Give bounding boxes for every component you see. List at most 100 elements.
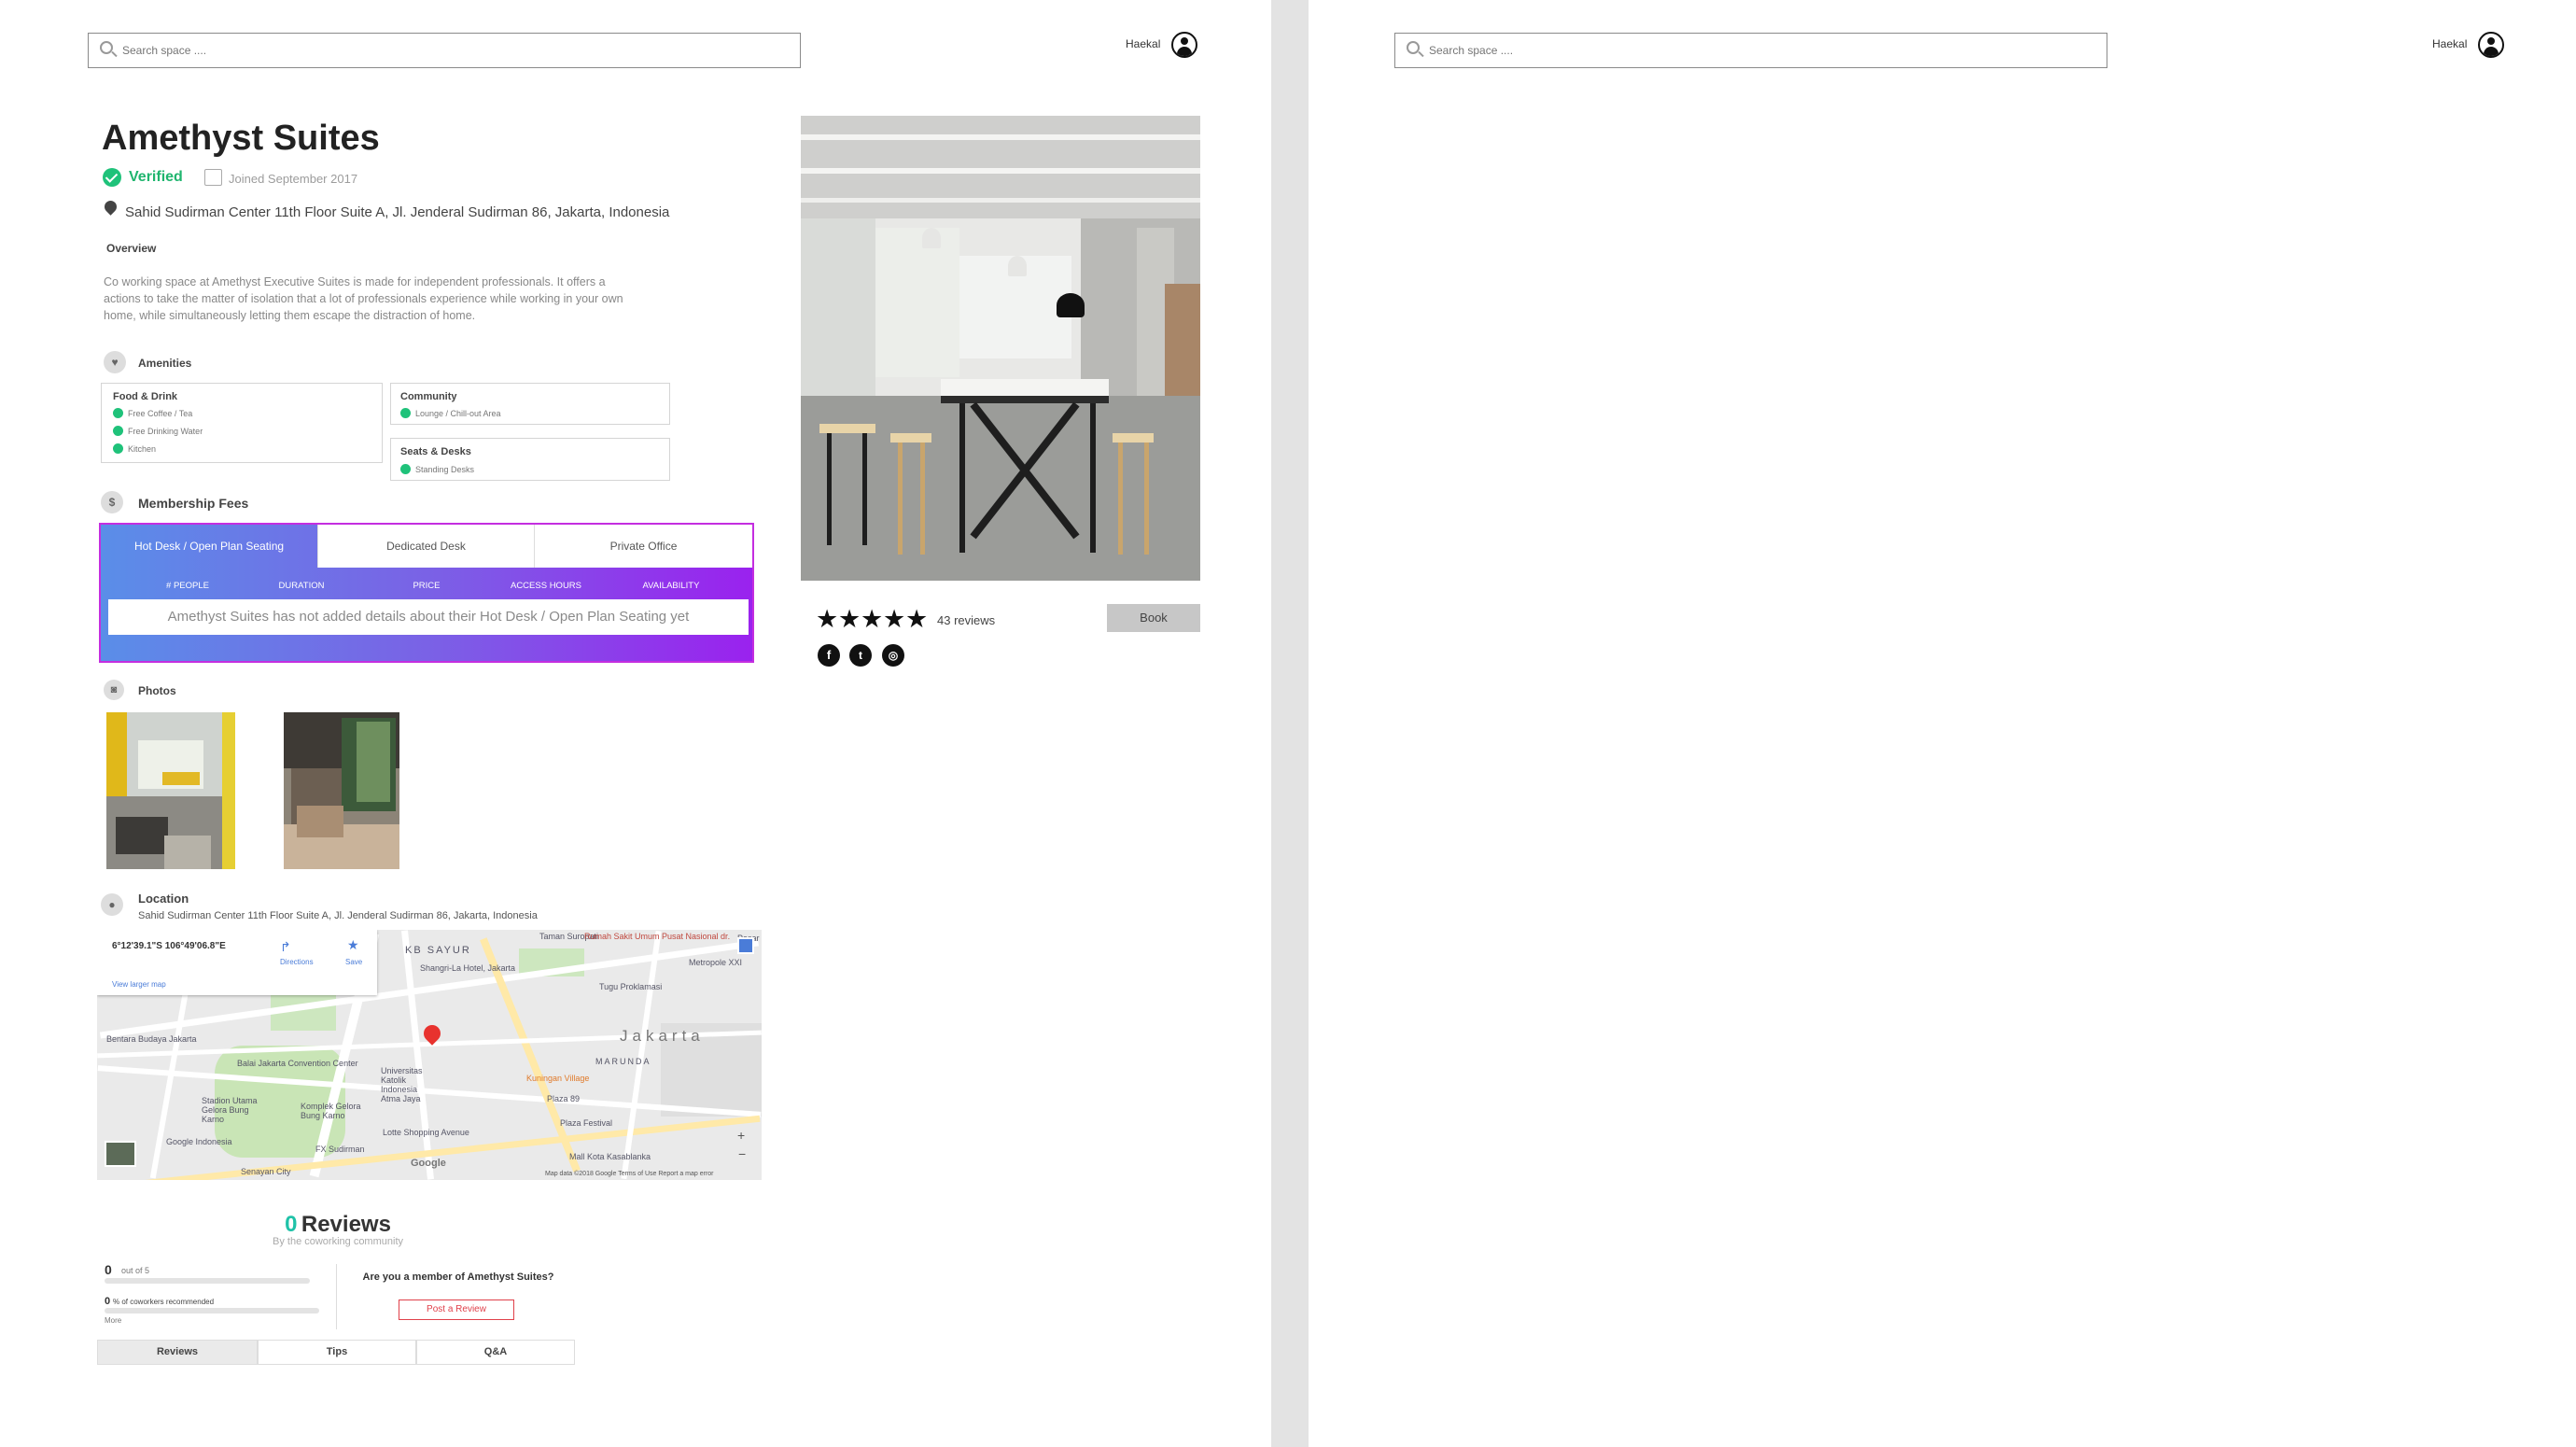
satellite-toggle[interactable] <box>105 1141 136 1167</box>
user-avatar-icon[interactable] <box>2478 32 2504 58</box>
location-pin-icon <box>102 198 119 216</box>
recommend-bar <box>105 1308 319 1314</box>
amenity-group-title: Community <box>400 391 457 402</box>
reviews-count: 0 <box>285 1212 298 1237</box>
user-avatar-icon[interactable] <box>1171 32 1197 58</box>
photo-thumbnail[interactable] <box>284 712 399 869</box>
map-profile-icon[interactable] <box>737 937 754 954</box>
recommend-percent: 0 <box>105 1296 111 1307</box>
book-button[interactable]: Book <box>1107 604 1200 632</box>
photo-thumbnail[interactable] <box>106 712 235 869</box>
search-bar[interactable] <box>1394 33 2107 68</box>
reviews-heading: 0 Reviews <box>97 1212 579 1238</box>
user-name[interactable]: Haekal <box>2432 37 2467 50</box>
overview-label: Overview <box>106 242 157 255</box>
search-icon <box>100 41 113 54</box>
map-info-card: 6°12'39.1"S 106°49'06.8"E ↱ Directions ★… <box>97 930 377 995</box>
map-label: Plaza Festival <box>560 1118 613 1128</box>
hero-photo[interactable] <box>801 116 1200 581</box>
heart-icon: ♥ <box>104 351 126 373</box>
membership-table: Hot Desk / Open Plan Seating Dedicated D… <box>99 523 754 663</box>
location-address: Sahid Sudirman Center 11th Floor Suite A… <box>138 910 538 921</box>
search-input[interactable] <box>122 39 692 62</box>
map-label: Universitas Katolik Indonesia Atma Jaya <box>381 1066 423 1103</box>
tab-tips[interactable]: Tips <box>258 1340 416 1365</box>
review-score-suffix: out of 5 <box>121 1266 150 1275</box>
location-label: Location <box>138 892 189 906</box>
search-bar[interactable] <box>88 33 801 68</box>
map-label: Google Indonesia <box>166 1137 232 1146</box>
listing-panel: Haekal Amethyst Suites Verified Joined S… <box>0 0 1271 1447</box>
map-label: Senayan City <box>241 1167 291 1176</box>
tab-qa[interactable]: Q&A <box>416 1340 575 1365</box>
camera-icon: ◙ <box>104 680 124 700</box>
more-link[interactable]: More <box>105 1316 121 1325</box>
map-label: KB SAYUR <box>405 945 471 956</box>
joined-date: Joined September 2017 <box>229 172 358 186</box>
dollar-icon: $ <box>101 491 123 513</box>
map-label: Plaza 89 <box>547 1094 581 1103</box>
map-label: Rumah Sakit Umum Pusat Nasional dr. <box>584 932 731 941</box>
address: Sahid Sudirman Center 11th Floor Suite A… <box>125 204 670 220</box>
review-score: 0 <box>105 1262 112 1277</box>
save-link[interactable]: Save <box>345 958 362 966</box>
map-label: FX Sudirman <box>315 1145 365 1154</box>
amenity-group-title: Seats & Desks <box>400 446 471 457</box>
amenity-group-title: Food & Drink <box>113 391 178 402</box>
map-label: Stadion Utama Gelora Bung Karno <box>202 1096 258 1124</box>
column-header: DURATION <box>278 581 325 591</box>
recommend-label: % of coworkers recommended <box>113 1298 215 1306</box>
verified-check-icon <box>103 168 121 187</box>
amenity-item: Standing Desks <box>400 464 474 474</box>
view-larger-map-link[interactable]: View larger map <box>112 980 166 989</box>
rating-star-icon: ★ <box>861 605 884 633</box>
facebook-icon[interactable]: f <box>818 644 840 667</box>
location-icon: ● <box>101 893 123 916</box>
instagram-icon[interactable]: ◎ <box>882 644 904 667</box>
rating-star-icon: ★ <box>816 605 839 633</box>
tab-private-office[interactable]: Private Office <box>534 525 752 568</box>
column-header: # PEOPLE <box>166 581 209 591</box>
save-star-icon[interactable]: ★ <box>347 937 359 953</box>
map-label: Balai Jakarta Convention Center <box>237 1059 358 1068</box>
map-label: Mall Kota Kasablanka <box>569 1152 651 1161</box>
amenities-label: Amenities <box>138 357 192 370</box>
tab-dedicated-desk[interactable]: Dedicated Desk <box>317 525 534 568</box>
map-label: Kuningan Village <box>526 1074 590 1083</box>
score-bar <box>105 1278 310 1284</box>
calendar-icon <box>204 169 222 186</box>
user-name[interactable]: Haekal <box>1126 37 1160 50</box>
rating-star-icon: ★ <box>905 605 929 633</box>
amenity-item: Free Coffee / Tea <box>113 408 192 418</box>
reviews-count-link[interactable]: 43 reviews <box>937 613 995 627</box>
amenity-item: Free Drinking Water <box>113 426 203 436</box>
amenity-item: Lounge / Chill-out Area <box>400 408 501 418</box>
tab-hot-desk[interactable]: Hot Desk / Open Plan Seating <box>101 525 317 568</box>
rating-star-icon: ★ <box>838 605 861 633</box>
google-logo: Google <box>411 1158 446 1169</box>
page-title: Amethyst Suites <box>102 119 380 158</box>
map[interactable]: KB SAYUR Taman Suropati Rumah Sakit Umum… <box>97 930 762 1180</box>
overview-text: Co working space at Amethyst Executive S… <box>104 275 623 322</box>
map-coordinates: 6°12'39.1"S 106°49'06.8"E <box>112 941 226 951</box>
directions-icon[interactable]: ↱ <box>280 939 291 955</box>
map-label: Metropole XXI <box>689 958 743 967</box>
column-header: PRICE <box>413 581 441 591</box>
reviews-title: Reviews <box>301 1212 391 1237</box>
map-label: Lotte Shopping Avenue <box>383 1128 469 1137</box>
panel-divider <box>1271 0 1309 1447</box>
membership-empty-message: Amethyst Suites has not added details ab… <box>108 599 749 635</box>
zoom-in-button[interactable]: + <box>737 1128 745 1143</box>
map-label: Shangri-La Hotel, Jakarta <box>420 963 516 973</box>
map-label: Bentara Budaya Jakarta <box>106 1034 197 1044</box>
reviews-subtitle: By the coworking community <box>273 1236 403 1247</box>
twitter-icon[interactable]: t <box>849 644 872 667</box>
tab-reviews[interactable]: Reviews <box>97 1340 258 1365</box>
zoom-out-button[interactable]: − <box>738 1146 746 1161</box>
directions-link[interactable]: Directions <box>280 958 314 966</box>
post-review-button[interactable]: Post a Review <box>399 1299 514 1320</box>
search-input[interactable] <box>1429 39 1998 62</box>
map-label: Tugu Proklamasi <box>599 982 663 991</box>
map-label: Jakarta <box>620 1027 705 1045</box>
blank-panel: Haekal <box>1309 0 2576 1447</box>
